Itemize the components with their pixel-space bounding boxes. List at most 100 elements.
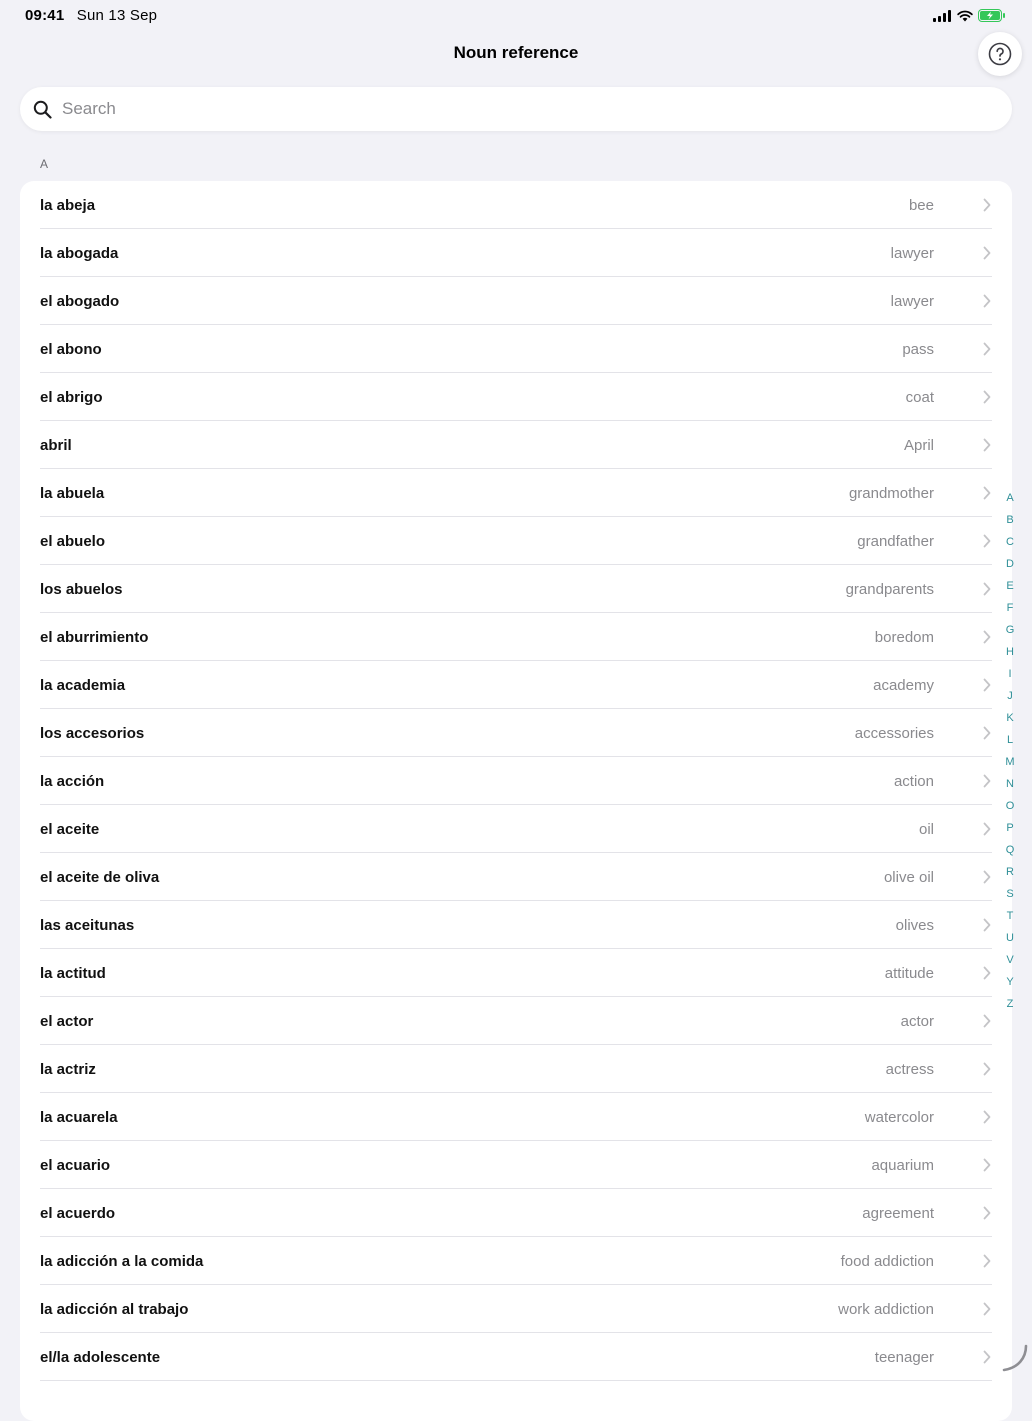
noun-term: el aceite (40, 820, 100, 838)
list-item[interactable]: la academia academy (20, 661, 1012, 709)
list-item[interactable]: la adicción al trabajo work addiction (20, 1285, 1012, 1333)
chevron-right-icon (983, 678, 991, 692)
index-letter[interactable]: T (1007, 905, 1014, 927)
chevron-right-icon (983, 1302, 991, 1316)
list-item[interactable]: la actriz actress (20, 1045, 1012, 1093)
chevron-right-icon (983, 1158, 991, 1172)
noun-translation: olives (895, 916, 934, 934)
chevron-right-icon (983, 438, 991, 452)
chevron-right-icon (983, 822, 991, 836)
noun-translation: lawyer (890, 244, 934, 262)
list-item[interactable]: el acuerdo agreement (20, 1189, 1012, 1237)
noun-translation: April (903, 436, 934, 454)
index-letter[interactable]: Y (1006, 971, 1013, 993)
index-letter[interactable]: V (1006, 949, 1013, 971)
noun-term: el abono (40, 340, 102, 358)
index-letter[interactable]: E (1006, 575, 1013, 597)
noun-translation: olive oil (883, 868, 934, 886)
list-item[interactable]: el abrigo coat (20, 373, 1012, 421)
list-item[interactable]: abril April (20, 421, 1012, 469)
noun-term: la abeja (40, 196, 96, 214)
chevron-right-icon (983, 630, 991, 644)
noun-term: las aceitunas (40, 916, 135, 934)
noun-term: el acuario (40, 1156, 111, 1174)
noun-term: la abuela (40, 484, 105, 502)
index-letter[interactable]: Z (1007, 993, 1014, 1015)
noun-term: abril (40, 436, 72, 454)
list-item[interactable]: el abogado lawyer (20, 277, 1012, 325)
index-letter[interactable]: D (1006, 553, 1014, 575)
chevron-right-icon (983, 1062, 991, 1076)
list-item[interactable]: las aceitunas olives (20, 901, 1012, 949)
search-bar[interactable] (20, 87, 1012, 131)
chevron-right-icon (983, 1254, 991, 1268)
scroll-corner-indicator (1002, 1344, 1028, 1372)
list-item[interactable]: la abeja bee (20, 181, 1012, 229)
noun-term: el abuelo (40, 532, 106, 550)
alphabet-index[interactable]: ABCDEFGHIJKLMNOPQRSTUVYZ (998, 487, 1022, 1015)
search-input[interactable] (60, 98, 964, 120)
chevron-right-icon (983, 486, 991, 500)
list-item[interactable]: la acuarela watercolor (20, 1093, 1012, 1141)
noun-translation: pass (902, 340, 934, 358)
list-item[interactable]: el aceite oil (20, 805, 1012, 853)
noun-term: el abogado (40, 292, 120, 310)
wifi-icon (957, 10, 973, 21)
noun-term: el aburrimiento (40, 628, 149, 646)
list-item[interactable]: la abuela grandmother (20, 469, 1012, 517)
index-letter[interactable]: U (1006, 927, 1014, 949)
list-item[interactable]: el aburrimiento boredom (20, 613, 1012, 661)
index-letter[interactable]: R (1006, 861, 1014, 883)
index-letter[interactable]: H (1006, 641, 1014, 663)
cellular-signal-icon (933, 9, 951, 22)
chevron-right-icon (983, 966, 991, 980)
noun-term: la actriz (40, 1060, 96, 1078)
index-letter[interactable]: F (1007, 597, 1014, 619)
index-letter[interactable]: O (1006, 795, 1015, 817)
index-letter[interactable]: N (1006, 773, 1014, 795)
noun-translation: boredom (874, 628, 934, 646)
noun-term: la acuarela (40, 1108, 118, 1126)
chevron-right-icon (983, 1110, 991, 1124)
index-letter[interactable]: J (1007, 685, 1013, 707)
list-item[interactable]: el actor actor (20, 997, 1012, 1045)
list-item[interactable]: la adicción a la comida food addiction (20, 1237, 1012, 1285)
index-letter[interactable]: S (1006, 883, 1013, 905)
list-item[interactable]: los abuelos grandparents (20, 565, 1012, 613)
noun-term: los accesorios (40, 724, 145, 742)
index-letter[interactable]: G (1006, 619, 1015, 641)
chevron-right-icon (983, 1206, 991, 1220)
noun-translation: food addiction (840, 1252, 934, 1270)
chevron-right-icon (983, 246, 991, 260)
index-letter[interactable]: K (1006, 707, 1013, 729)
index-letter[interactable]: I (1008, 663, 1011, 685)
noun-translation: agreement (862, 1204, 934, 1222)
status-date: Sun 13 Sep (76, 7, 158, 24)
noun-term: el actor (40, 1012, 94, 1030)
chevron-right-icon (983, 342, 991, 356)
index-letter[interactable]: M (1005, 751, 1014, 773)
list-item[interactable]: el abuelo grandfather (20, 517, 1012, 565)
chevron-right-icon (983, 294, 991, 308)
noun-translation: actor (900, 1012, 934, 1030)
list-item[interactable]: los accesorios accessories (20, 709, 1012, 757)
list-item[interactable]: el/la adolescente teenager (20, 1333, 1012, 1381)
index-letter[interactable]: B (1006, 509, 1013, 531)
chevron-right-icon (983, 1350, 991, 1364)
list-item[interactable]: la acción action (20, 757, 1012, 805)
list-item[interactable]: la abogada lawyer (20, 229, 1012, 277)
noun-list: la abeja bee la abogada lawyer el abogado law… (20, 181, 1012, 1421)
noun-translation: lawyer (890, 292, 934, 310)
help-button[interactable] (978, 32, 1022, 76)
noun-translation: watercolor (864, 1108, 934, 1126)
list-item[interactable]: la actitud attitude (20, 949, 1012, 997)
chevron-right-icon (983, 582, 991, 596)
list-item[interactable]: el acuario aquarium (20, 1141, 1012, 1189)
list-item[interactable]: el aceite de oliva olive oil (20, 853, 1012, 901)
index-letter[interactable]: Q (1006, 839, 1015, 861)
list-item[interactable]: el abono pass (20, 325, 1012, 373)
index-letter[interactable]: P (1006, 817, 1013, 839)
index-letter[interactable]: C (1006, 531, 1014, 553)
index-letter[interactable]: L (1007, 729, 1013, 751)
index-letter[interactable]: A (1006, 487, 1013, 509)
